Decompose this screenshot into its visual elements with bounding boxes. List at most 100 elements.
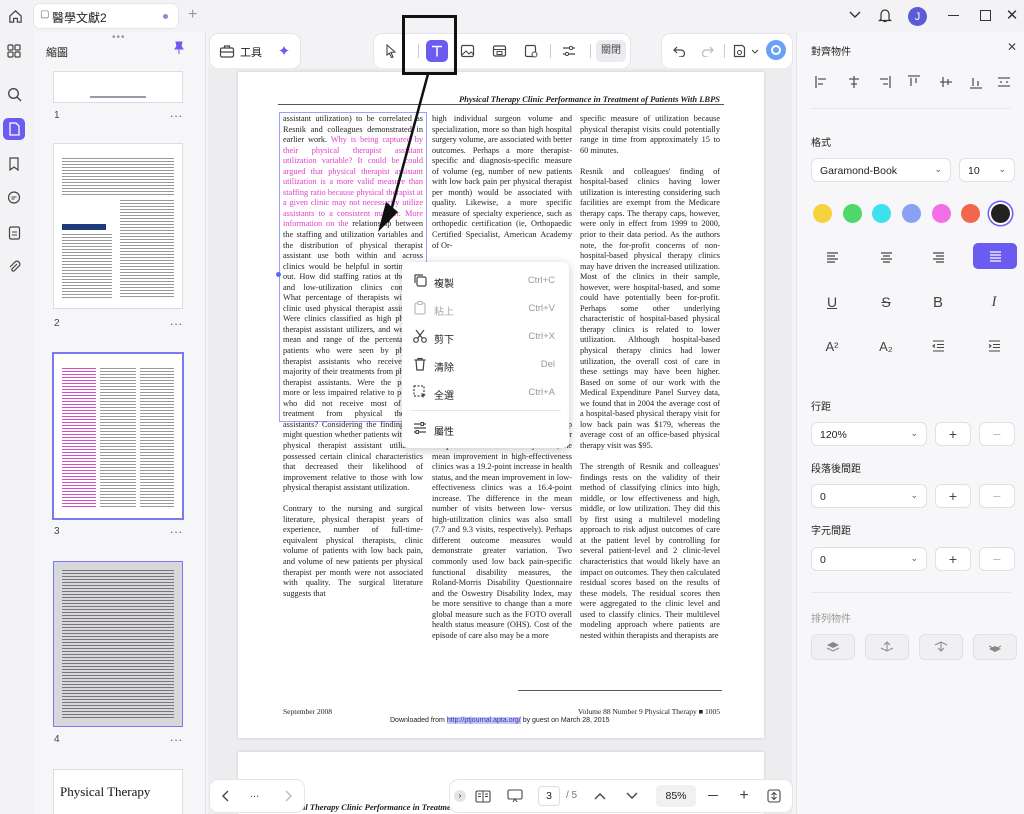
- color-swatch-periwinkle[interactable]: [902, 204, 921, 223]
- link-box-icon[interactable]: [488, 40, 510, 62]
- menu-item-select-all[interactable]: 全選 Ctrl+A: [402, 380, 569, 406]
- thumbnail-more-button[interactable]: ...: [170, 106, 183, 120]
- align-left-icon[interactable]: [815, 75, 829, 89]
- tools-label[interactable]: 工具: [240, 44, 262, 60]
- indent-icon[interactable]: [981, 334, 1007, 358]
- underline-icon[interactable]: U: [819, 290, 845, 314]
- collapse-icon[interactable]: ›: [454, 790, 466, 802]
- align-center-icon[interactable]: [847, 75, 861, 89]
- zoom-in-button[interactable]: +: [736, 787, 752, 804]
- more-button[interactable]: ...: [250, 788, 259, 800]
- form-icon[interactable]: [3, 222, 25, 244]
- bold-icon[interactable]: B: [925, 290, 951, 314]
- italic-icon[interactable]: I: [981, 290, 1007, 314]
- character-spacing-select[interactable]: 0 ⌄: [811, 547, 927, 571]
- adjust-sliders-icon[interactable]: [558, 40, 580, 62]
- resize-handle[interactable]: [276, 272, 281, 277]
- send-to-back-icon[interactable]: [973, 634, 1017, 660]
- subscript-icon[interactable]: A₂: [873, 334, 899, 358]
- text-align-center-icon[interactable]: [873, 245, 899, 269]
- paragraph-spacing-decrease-button[interactable]: −: [979, 484, 1015, 508]
- fit-page-icon[interactable]: [766, 788, 782, 804]
- menu-item-cut[interactable]: 剪下 Ctrl+X: [402, 324, 569, 350]
- document-tab[interactable]: ▢ 醫學文獻2: [34, 4, 178, 28]
- page-thumbnail-1[interactable]: [54, 72, 182, 102]
- close-window-button[interactable]: ✕: [1005, 7, 1019, 24]
- zoom-level[interactable]: 85%: [656, 785, 696, 807]
- color-swatch-cyan[interactable]: [872, 204, 891, 223]
- page-thumbnail-5[interactable]: Physical Therapy: [54, 770, 182, 814]
- align-middle-icon[interactable]: [939, 75, 953, 89]
- color-swatch-magenta[interactable]: [932, 204, 951, 223]
- drag-handle[interactable]: •••: [112, 32, 126, 43]
- chevron-up-icon[interactable]: [592, 788, 608, 804]
- paragraph-spacing-increase-button[interactable]: +: [935, 484, 971, 508]
- ai-sparkle-icon[interactable]: ✦: [274, 41, 294, 61]
- chevron-right-icon[interactable]: [280, 788, 296, 804]
- attachment-icon[interactable]: [3, 256, 25, 278]
- menu-item-properties[interactable]: 屬性: [402, 416, 569, 442]
- menu-item-copy[interactable]: 複製 Ctrl+C: [402, 268, 569, 294]
- page-thumbnail-4[interactable]: [54, 562, 182, 726]
- presentation-icon[interactable]: [506, 788, 524, 804]
- menu-item-delete[interactable]: 清除 Del: [402, 352, 569, 378]
- undo-icon[interactable]: [668, 40, 690, 62]
- comment-icon[interactable]: [3, 187, 25, 209]
- character-spacing-decrease-button[interactable]: −: [979, 547, 1015, 571]
- font-family-select[interactable]: Garamond-Book ⌄: [811, 158, 951, 182]
- image-icon[interactable]: [456, 40, 478, 62]
- pin-icon[interactable]: [172, 41, 186, 55]
- send-backward-icon[interactable]: [919, 634, 963, 660]
- character-spacing-increase-button[interactable]: +: [935, 547, 971, 571]
- avatar[interactable]: J: [908, 7, 927, 26]
- page-number-input[interactable]: 3: [538, 786, 560, 806]
- grid-icon[interactable]: [3, 40, 25, 62]
- chevron-down-icon[interactable]: [848, 8, 862, 22]
- watermark-icon[interactable]: [520, 40, 542, 62]
- line-spacing-decrease-button[interactable]: −: [979, 422, 1015, 446]
- bring-forward-icon[interactable]: [865, 634, 909, 660]
- bell-icon[interactable]: [877, 7, 893, 23]
- align-bottom-icon[interactable]: [969, 75, 983, 89]
- outdent-icon[interactable]: [925, 334, 951, 358]
- zoom-out-button[interactable]: [708, 795, 718, 797]
- toolbox-icon[interactable]: [218, 42, 236, 60]
- font-size-select[interactable]: 10 ⌄: [959, 158, 1015, 182]
- minimize-button[interactable]: [948, 15, 959, 17]
- color-swatch-yellow[interactable]: [813, 204, 832, 223]
- bookmark-icon[interactable]: [3, 153, 25, 175]
- two-page-view-icon[interactable]: [474, 788, 492, 804]
- color-swatch-orange[interactable]: [961, 204, 980, 223]
- align-top-icon[interactable]: [907, 75, 921, 89]
- line-spacing-increase-button[interactable]: +: [935, 422, 971, 446]
- thumbnail-more-button[interactable]: ...: [170, 522, 183, 536]
- document-edit-icon[interactable]: [3, 118, 25, 140]
- color-swatch-green[interactable]: [843, 204, 862, 223]
- line-spacing-select[interactable]: 120% ⌄: [811, 422, 927, 446]
- text-align-justify-icon[interactable]: [973, 243, 1017, 269]
- save-icon[interactable]: [728, 40, 750, 62]
- page-thumbnail-2[interactable]: [54, 144, 182, 308]
- align-right-icon[interactable]: [877, 75, 891, 89]
- text-align-right-icon[interactable]: [925, 245, 951, 269]
- color-swatch-black[interactable]: [991, 204, 1010, 223]
- strikethrough-icon[interactable]: S: [873, 290, 899, 314]
- new-tab-button[interactable]: +: [188, 6, 197, 24]
- close-edit-button[interactable]: 關閉: [596, 40, 626, 62]
- search-icon[interactable]: [3, 83, 25, 105]
- menu-item-paste[interactable]: 粘上 Ctrl+V: [402, 296, 569, 322]
- maximize-button[interactable]: [980, 10, 991, 21]
- ai-assistant-icon[interactable]: [766, 40, 786, 60]
- superscript-icon[interactable]: A²: [819, 334, 845, 358]
- distribute-icon[interactable]: [997, 75, 1011, 89]
- thumbnail-more-button[interactable]: ...: [170, 730, 183, 744]
- thumbnail-more-button[interactable]: ...: [170, 314, 183, 328]
- close-panel-button[interactable]: ✕: [1005, 40, 1019, 54]
- bring-to-front-icon[interactable]: [811, 634, 855, 660]
- chevron-down-icon[interactable]: [750, 46, 760, 56]
- redo-icon[interactable]: [696, 40, 718, 62]
- page-thumbnail-3[interactable]: [54, 354, 182, 518]
- download-link[interactable]: http://ptjournal.apta.org/: [446, 717, 521, 724]
- chevron-left-icon[interactable]: [218, 788, 234, 804]
- paragraph-spacing-select[interactable]: 0 ⌄: [811, 484, 927, 508]
